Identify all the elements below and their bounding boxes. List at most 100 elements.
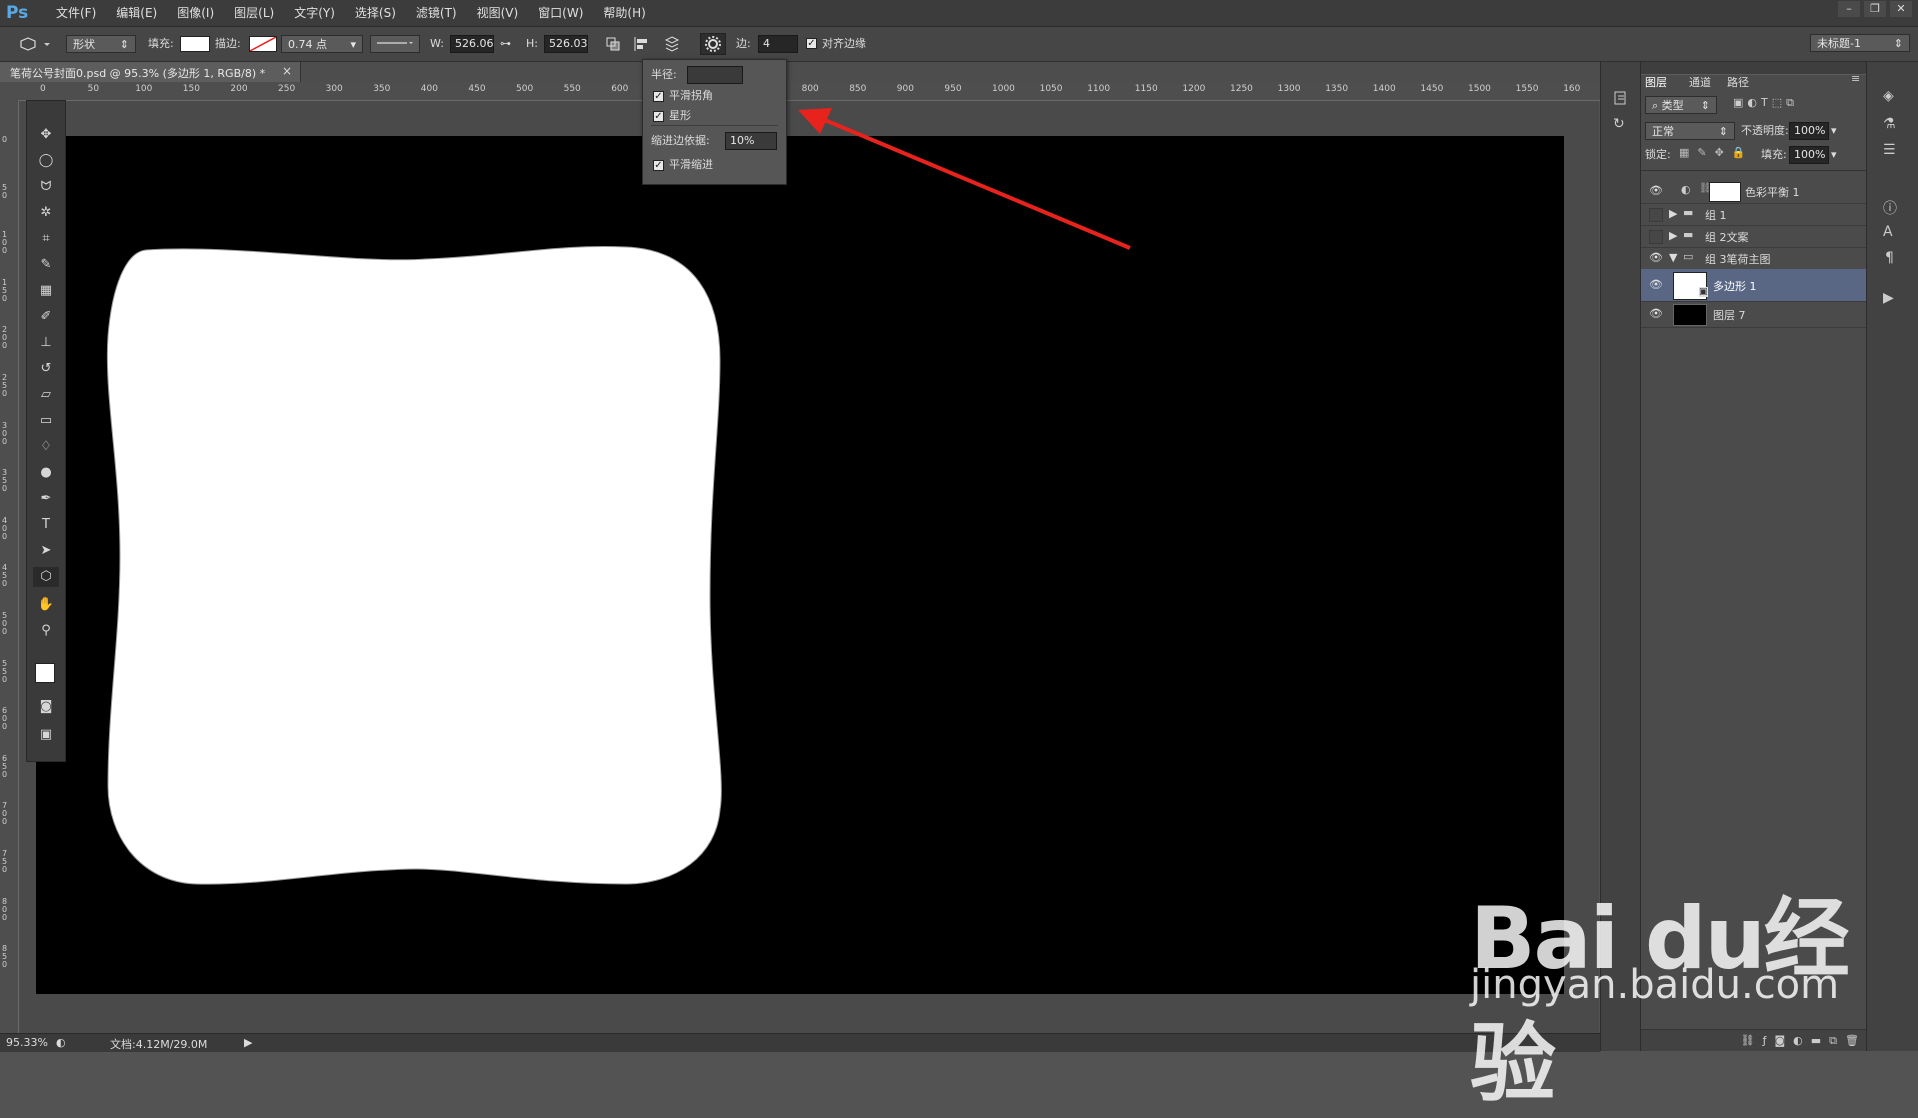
lock-transparency-icon[interactable]: ▦ [1679, 146, 1689, 159]
close-button[interactable]: ✕ [1890, 1, 1912, 17]
smooth-corners-checkbox[interactable]: ✓ [653, 91, 664, 102]
stroke-width-select[interactable]: 0.74 点 ▾ [281, 35, 363, 53]
layer-row-group-1[interactable]: ▶ ▬ 组 1 [1641, 203, 1867, 226]
menu-window[interactable]: 窗口(W) [528, 0, 593, 26]
lock-all-icon[interactable]: 🔒 [1732, 146, 1746, 159]
collapse-arrow-icon[interactable]: ▼ [1669, 251, 1677, 264]
color-panel-icon[interactable]: ◈ [1883, 88, 1894, 104]
menu-filter[interactable]: 滤镜(T) [406, 0, 467, 26]
lasso-tool-icon[interactable]: ᗢ [33, 177, 59, 197]
adjustment-filter-icon[interactable]: ◐ [1747, 96, 1757, 114]
foreground-color-swatch[interactable] [35, 663, 55, 683]
menu-view[interactable]: 视图(V) [467, 0, 529, 26]
path-alignment-icon[interactable] [632, 35, 652, 53]
opacity-field[interactable]: 100% [1789, 122, 1829, 140]
radius-field[interactable] [687, 66, 743, 84]
layer-row-group-2[interactable]: ▶ ▬ 组 2文案 [1641, 225, 1867, 248]
tab-layers-active[interactable]: 图层 [1645, 74, 1667, 90]
layer-row-color-balance[interactable]: 👁 ◐ ⛓ 色彩平衡 1 [1641, 179, 1867, 204]
tab-paths-label[interactable]: 路径 [1727, 74, 1749, 90]
workspace-select[interactable]: 未标题-1 ⇕ [1810, 34, 1910, 52]
character-panel-icon[interactable]: A [1883, 224, 1893, 240]
align-edges-checkbox[interactable]: ✓ [806, 38, 817, 49]
document-tab[interactable]: 笔荷公号封面0.psd @ 95.3% (多边形 1, RGB/8) * × [0, 62, 301, 82]
width-field[interactable]: 526.06 [450, 35, 494, 53]
layer-row-group-3[interactable]: 👁 ▼ ▭ 组 3笔荷主图 [1641, 247, 1867, 270]
screen-mode-icon[interactable]: ▣ [33, 725, 59, 745]
brush-tool-icon[interactable]: ✐ [33, 307, 59, 327]
menu-type[interactable]: 文字(Y) [284, 0, 345, 26]
menu-layer[interactable]: 图层(L) [224, 0, 284, 26]
visibility-eye-icon[interactable]: 👁 [1649, 184, 1663, 197]
layer-row-layer-7[interactable]: 👁 图层 7 [1641, 301, 1867, 328]
link-icon[interactable]: ⊶ [500, 35, 511, 53]
magic-wand-tool-icon[interactable]: ✲ [33, 203, 59, 223]
visibility-eye-icon[interactable]: 👁 [1649, 251, 1663, 264]
indent-field[interactable]: 10% [725, 132, 777, 150]
polygon-tool-preset[interactable] [18, 35, 52, 53]
path-selection-tool-icon[interactable]: ➤ [33, 541, 59, 561]
panel-menu-icon[interactable]: ≡ [1851, 72, 1860, 85]
crop-tool-icon[interactable]: ⌗ [33, 229, 59, 249]
geometry-options-button[interactable] [700, 33, 726, 55]
tool-mode-select[interactable]: 形状 ⇕ [66, 35, 136, 53]
properties-panel-icon[interactable]: ☰ [1883, 142, 1896, 158]
gradient-tool-icon[interactable]: ▭ [33, 411, 59, 431]
visibility-empty-box[interactable] [1649, 230, 1663, 244]
tab-channels-label[interactable]: 通道 [1689, 74, 1711, 90]
pen-tool-icon[interactable]: ✒ [33, 489, 59, 509]
height-field[interactable]: 526.03 [544, 35, 588, 53]
fill-dropdown-icon[interactable]: ▾ [1831, 146, 1837, 164]
menu-help[interactable]: 帮助(H) [593, 0, 655, 26]
healing-tool-icon[interactable]: ▦ [33, 281, 59, 301]
zoom-tool-icon[interactable]: ⚲ [33, 621, 59, 641]
type-tool-icon[interactable]: T [33, 515, 59, 535]
fill-opacity-field[interactable]: 100% [1789, 146, 1829, 164]
menu-file[interactable]: 文件(F) [46, 0, 106, 26]
status-info-icon[interactable]: ◐ [56, 1036, 66, 1049]
paragraph-panel-icon[interactable]: ¶ [1885, 250, 1894, 266]
eyedropper-tool-icon[interactable]: ✎ [33, 255, 59, 275]
menu-image[interactable]: 图像(I) [167, 0, 224, 26]
path-arrangement-icon[interactable] [662, 35, 682, 53]
lock-paint-icon[interactable]: ✎ [1697, 146, 1706, 159]
quick-mask-icon[interactable]: ◙ [33, 697, 59, 717]
polygon-shape[interactable] [36, 136, 1564, 994]
hand-tool-icon[interactable]: ✋ [33, 595, 59, 615]
info-panel-icon[interactable]: ⓘ [1883, 198, 1897, 218]
play-panel-icon[interactable]: ▶ [1883, 290, 1894, 306]
document-canvas[interactable] [36, 136, 1564, 994]
visibility-eye-icon[interactable]: 👁 [1649, 278, 1663, 291]
lock-position-icon[interactable]: ✥ [1715, 146, 1724, 159]
eraser-tool-icon[interactable]: ▱ [33, 385, 59, 405]
zoom-level[interactable]: 95.33% [6, 1036, 48, 1049]
adjustments-panel-icon[interactable]: ⚗ [1883, 116, 1896, 132]
expand-arrow-icon[interactable]: ▶ [1669, 207, 1677, 220]
blend-mode-select[interactable]: 正常 ⇕ [1645, 122, 1735, 140]
path-operations-icon[interactable] [604, 35, 624, 53]
shape-filter-icon[interactable]: ⬚ [1772, 96, 1782, 114]
smooth-indents-checkbox[interactable]: ✓ [653, 160, 664, 171]
history-brush-tool-icon[interactable]: ↺ [33, 359, 59, 379]
stroke-swatch[interactable] [249, 36, 277, 52]
layer-row-polygon-1[interactable]: 👁 ▣ 多边形 1 [1641, 269, 1867, 302]
pixel-filter-icon[interactable]: ▣ [1733, 96, 1743, 114]
layer-filter-select[interactable]: ⌕ 类型 ⇕ [1645, 96, 1717, 114]
marquee-tool-icon[interactable]: ◯ [33, 151, 59, 171]
fill-swatch[interactable] [180, 36, 210, 52]
expand-arrow-icon[interactable]: ▶ [1669, 229, 1677, 242]
opacity-dropdown-icon[interactable]: ▾ [1831, 122, 1837, 140]
visibility-empty-box[interactable] [1649, 208, 1663, 222]
menu-select[interactable]: 选择(S) [345, 0, 406, 26]
smart-object-filter-icon[interactable]: ⧉ [1786, 96, 1794, 114]
menu-edit[interactable]: 编辑(E) [106, 0, 167, 26]
stamp-tool-icon[interactable]: ⊥ [33, 333, 59, 353]
history-panel-icon[interactable] [1613, 90, 1629, 106]
actions-panel-icon[interactable]: ↻ [1613, 116, 1629, 132]
sides-field[interactable]: 4 [758, 35, 798, 53]
minimize-button[interactable]: – [1838, 1, 1860, 17]
move-tool-icon[interactable]: ✥ [33, 125, 59, 145]
dodge-tool-icon[interactable]: ● [33, 463, 59, 483]
status-menu-arrow-icon[interactable]: ▶ [244, 1036, 252, 1049]
document-tab-close[interactable]: × [282, 64, 292, 78]
